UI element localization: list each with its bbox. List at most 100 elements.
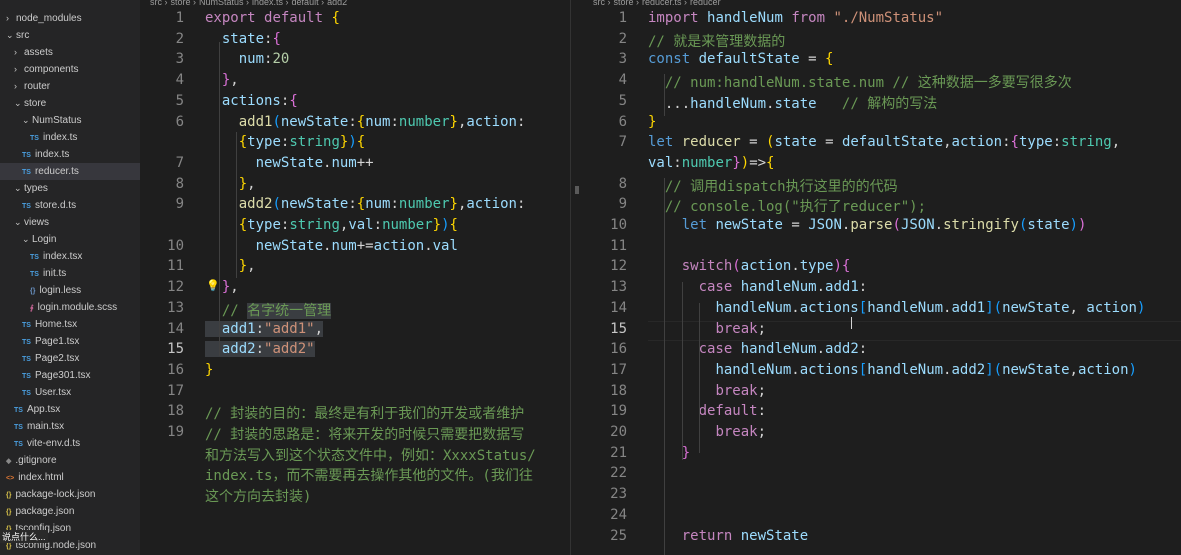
code-line[interactable]: {type:string,val:number}){ [205, 217, 458, 233]
tree-file[interactable]: TS Page2.tsx [0, 350, 140, 367]
breadcrumb-item[interactable]: reducer [690, 0, 721, 7]
editor-split-divider[interactable] [570, 0, 583, 555]
tree-folder[interactable]: ⌄ views [0, 214, 140, 231]
code-line[interactable]: // 封装的目的：最终是有利于我们的开发或者维护 [205, 403, 524, 423]
breadcrumb-item[interactable]: reducer.ts › [642, 0, 687, 7]
line-number: 13 [167, 299, 184, 316]
tree-file[interactable]: <> index.html [0, 469, 140, 486]
code-line[interactable]: // console.log("执行了reducer"); [648, 196, 926, 216]
code-line[interactable]: state:{ [205, 31, 281, 47]
code-line[interactable]: }, [205, 72, 239, 88]
breadcrumb-item[interactable]: add2 [327, 0, 347, 7]
code-line[interactable]: handleNum.actions[handleNum.add2](newSta… [648, 362, 1137, 378]
code-line[interactable]: add2(newState:{num:number},action: [205, 196, 526, 212]
tree-folder[interactable]: › node_modules [0, 10, 140, 27]
code-line[interactable]: 这个方向去封装) [205, 486, 311, 506]
code-line[interactable]: index.ts，而不需要再去操作其他的文件。(我们往 [205, 465, 533, 485]
tree-file[interactable]: TS index.ts [0, 129, 140, 146]
code-token: } [732, 154, 741, 171]
line-number: 2 [618, 30, 627, 47]
tree-file[interactable]: TS vite-env.d.ts [0, 435, 140, 452]
tree-file[interactable]: TS reducer.ts [0, 163, 140, 180]
code-line[interactable]: val:number})=>{ [648, 155, 774, 171]
tree-folder[interactable]: ⌄ src [0, 27, 140, 44]
tree-folder[interactable]: ⌄ store [0, 95, 140, 112]
danmaku-input-hint[interactable]: 说点什么... [0, 530, 48, 543]
code-line[interactable]: // 名字统一管理 [205, 300, 332, 320]
code-token: , [314, 320, 324, 337]
tree-file[interactable]: TS Page1.tsx [0, 333, 140, 350]
code-line[interactable]: ...handleNum.state // 解构的写法 [648, 93, 937, 113]
code-line[interactable]: newState.num+=action.val [205, 238, 458, 254]
editor-pane-right[interactable]: src › store › reducer.ts › reducer 1 import … [583, 0, 1181, 555]
code-line[interactable]: import handleNum from "./NumStatus" [648, 10, 943, 26]
code-line[interactable]: case handleNum.add1: [648, 279, 868, 295]
tree-file[interactable]: TS main.tsx [0, 418, 140, 435]
code-token: action [466, 113, 517, 130]
tree-item-label: index.ts [42, 132, 78, 143]
code-line[interactable]: handleNum.actions[handleNum.add1](newSta… [648, 300, 1145, 316]
tree-file[interactable]: ∮ login.module.scss [0, 299, 140, 316]
tree-file[interactable]: TS User.tsx [0, 384, 140, 401]
code-line[interactable]: add2:"add2" [205, 341, 315, 358]
lightbulb-icon[interactable]: 💡 [206, 279, 220, 292]
tree-item-label: index.html [18, 472, 64, 483]
tree-file[interactable]: {} package.json [0, 503, 140, 520]
code-line[interactable]: break; [648, 424, 766, 440]
code-line[interactable]: // 调用dispatch执行这里的的代码 [648, 176, 898, 196]
tree-file[interactable]: TS store.d.ts [0, 197, 140, 214]
code-line[interactable]: }, [205, 258, 256, 274]
tree-file[interactable]: TS init.ts [0, 265, 140, 282]
code-line[interactable]: {type:string}){ [205, 134, 365, 150]
tree-folder[interactable]: ⌄ NumStatus [0, 112, 140, 129]
code-line[interactable]: return newState [648, 528, 808, 544]
breadcrumb-item[interactable]: src › [593, 0, 611, 7]
code-line[interactable]: let reducer = (state = defaultState,acti… [648, 134, 1120, 150]
tree-folder[interactable]: ⌄ Login [0, 231, 140, 248]
breadcrumb-item[interactable]: store › [171, 0, 197, 7]
code-line[interactable]: // 就是来管理数据的 [648, 31, 785, 51]
editor-pane-left[interactable]: src › store › NumStatus › index.ts › default… [140, 0, 570, 555]
tree-file[interactable]: {} package-lock.json [0, 486, 140, 503]
code-token: . [424, 237, 433, 254]
tree-file[interactable]: TS index.ts [0, 146, 140, 163]
code-line[interactable]: break; [648, 383, 766, 399]
tree-folder[interactable]: › router [0, 78, 140, 95]
code-line[interactable]: newState.num++ [205, 155, 374, 171]
code-line[interactable]: const defaultState = { [648, 51, 833, 67]
code-line[interactable]: } [205, 362, 213, 378]
code-line[interactable]: num:20 [205, 51, 290, 67]
code-line[interactable]: } [648, 114, 656, 130]
tree-file[interactable]: TS Page301.tsx [0, 367, 140, 384]
tree-file[interactable]: ◆ .gitignore [0, 452, 140, 469]
breadcrumb-item[interactable]: index.ts › [252, 0, 289, 7]
tree-folder[interactable]: › assets [0, 44, 140, 61]
tree-file[interactable]: {} login.less [0, 282, 140, 299]
code-line[interactable]: // num:handleNum.state.num // 这种数据一多要写很多… [648, 72, 1072, 92]
code-line[interactable]: 和方法写入到这个状态文件中，例如：XxxxStatus/ [205, 445, 536, 465]
code-line[interactable]: add1(newState:{num:number},action: [205, 113, 526, 130]
tree-folder[interactable]: › components [0, 61, 140, 78]
scrollbar-thumb[interactable] [575, 186, 579, 194]
code-line[interactable]: export default { [205, 10, 340, 26]
code-line[interactable]: }, [205, 176, 256, 192]
code-token: ] [985, 299, 994, 316]
code-line[interactable]: switch(action.type){ [648, 258, 851, 274]
code-token: // 封装的目的：最终是有利于我们的开发或者维护 [205, 406, 525, 423]
code-line[interactable]: add1:"add1", [205, 320, 324, 337]
tree-file[interactable]: TS Home.tsx [0, 316, 140, 333]
code-line[interactable]: case handleNum.add2: [648, 341, 868, 357]
tree-file[interactable]: TS App.tsx [0, 401, 140, 418]
breadcrumb-item[interactable]: store › [614, 0, 640, 7]
breadcrumb-item[interactable]: src › [150, 0, 168, 7]
code-line[interactable]: // 封装的思路是：将来开发的时候只需要把数据写 [205, 424, 524, 444]
breadcrumb-item[interactable]: default › [292, 0, 325, 7]
code-line[interactable]: } [648, 445, 690, 461]
breadcrumb-item[interactable]: NumStatus › [199, 0, 249, 7]
code-line[interactable]: default: [648, 403, 766, 419]
tree-folder[interactable]: ⌄ types [0, 180, 140, 197]
code-token: parse [850, 217, 893, 233]
code-line[interactable]: let newState = JSON.parse(JSON.stringify… [648, 217, 1087, 233]
tree-file[interactable]: TS index.tsx [0, 248, 140, 265]
